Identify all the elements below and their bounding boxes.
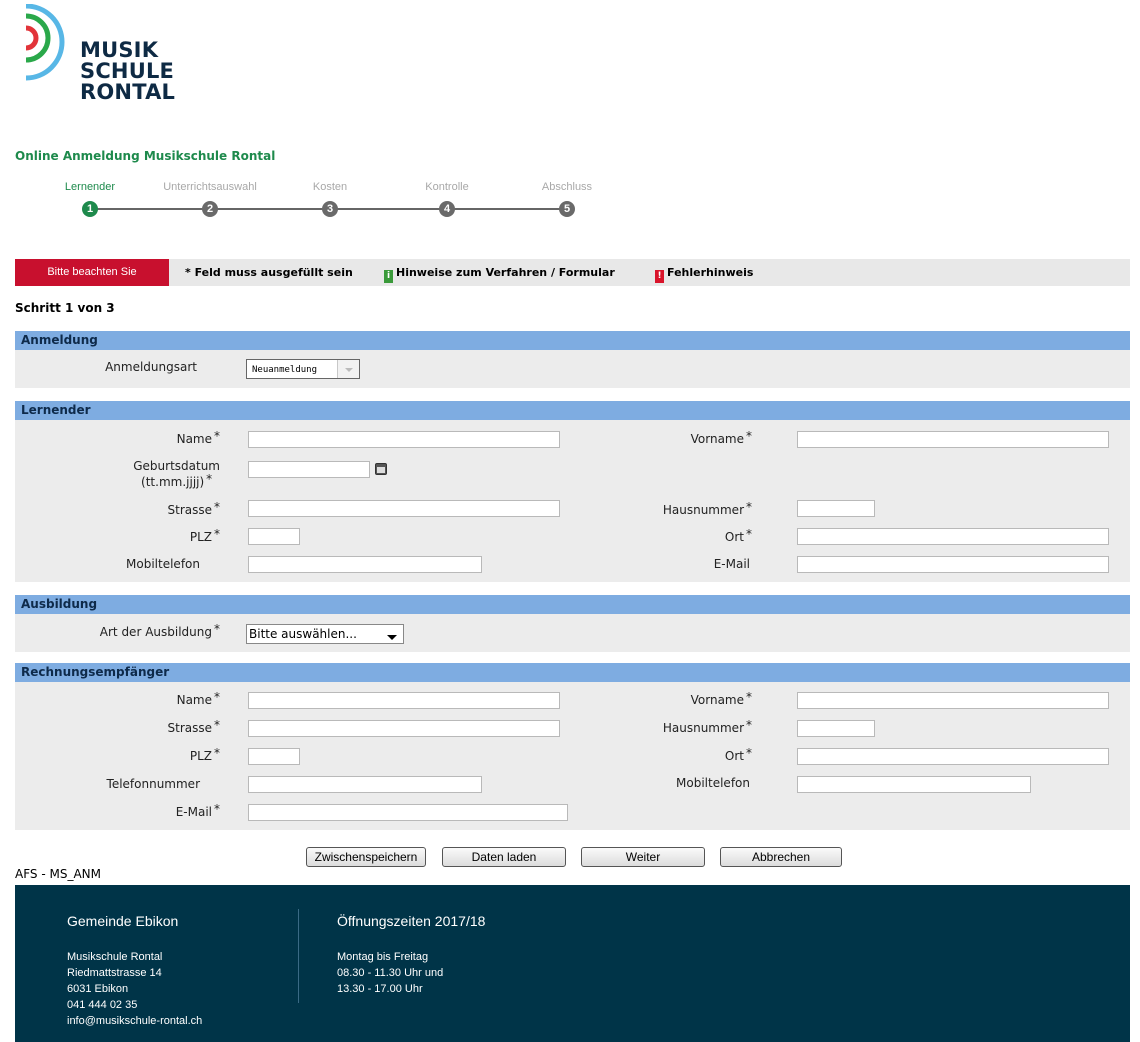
art-der-ausbildung-label: Art der Ausbildung * — [99, 622, 220, 639]
notice-button[interactable]: Bitte beachten Sie — [15, 259, 169, 286]
section-anmeldung-header: Anmeldung — [15, 331, 1130, 350]
rechnung-mobiltelefon-input[interactable] — [797, 776, 1031, 793]
email-label: E-Mail — [713, 557, 750, 571]
chevron-down-icon — [337, 360, 359, 378]
step-5: Abschluss 5 — [541, 181, 593, 217]
footer: Gemeinde Ebikon Musikschule Rontal Riedm… — [15, 885, 1130, 1042]
hausnummer-label: Hausnummer * — [662, 500, 752, 517]
strasse-input[interactable] — [248, 500, 560, 517]
logo-text: MUSIK SCHULE RONTAL — [80, 38, 176, 104]
error-hint: ! Fehlerhinweis — [655, 259, 753, 286]
step-2-dot: 2 — [202, 201, 218, 217]
section-lernender-header: Lernender — [15, 401, 1130, 420]
step-count: Schritt 1 von 3 — [15, 301, 115, 315]
step-3-dot: 3 — [322, 201, 338, 217]
info-hint[interactable]: i Hinweise zum Verfahren / Formular — [384, 259, 615, 286]
rechnung-ort-label: Ort * — [724, 746, 752, 763]
cancel-button[interactable]: Abbrechen — [720, 847, 842, 867]
name-label: Name * — [176, 429, 220, 446]
vorname-label: Vorname * — [690, 429, 752, 446]
rechnung-email-label: E-Mail * — [175, 802, 220, 819]
form-code: AFS - MS_ANM — [15, 867, 101, 881]
footer-left-title: Gemeinde Ebikon — [67, 913, 179, 929]
ort-label: Ort * — [724, 527, 752, 544]
anmeldungsart-select[interactable]: Neuanmeldung — [246, 359, 360, 379]
anmeldungsart-label: Anmeldungsart — [105, 360, 197, 374]
step-4: Kontrolle 4 — [425, 181, 469, 217]
step-5-dot: 5 — [559, 201, 575, 217]
rechnung-name-input[interactable] — [248, 692, 560, 709]
notice-bar: Bitte beachten Sie * Feld muss ausgefüll… — [15, 259, 1130, 286]
section-ausbildung-header: Ausbildung — [15, 595, 1130, 614]
section-anmeldung: Anmeldungsart Neuanmeldung — [15, 350, 1130, 388]
save-draft-button[interactable]: Zwischenspeichern — [306, 847, 426, 867]
email-input[interactable] — [797, 556, 1109, 573]
rechnung-plz-input[interactable] — [248, 748, 300, 765]
step-1-dot: 1 — [82, 201, 98, 217]
footer-hours: Montag bis Freitag 08.30 - 11.30 Uhr und… — [337, 951, 444, 995]
footer-email-link[interactable]: info@musikschule-rontal.ch — [67, 1013, 202, 1029]
logo[interactable]: MUSIK SCHULE RONTAL — [20, 4, 200, 114]
vorname-input[interactable] — [797, 431, 1109, 448]
rechnung-strasse-input[interactable] — [248, 720, 560, 737]
section-rechnung: Name * Vorname * Strasse * Hausnummer * PLZ *… — [15, 682, 1130, 830]
rechnung-hausnummer-input[interactable] — [797, 720, 875, 737]
ort-input[interactable] — [797, 528, 1109, 545]
rechnung-ort-input[interactable] — [797, 748, 1109, 765]
section-ausbildung: Art der Ausbildung * Bitte auswählen... — [15, 614, 1130, 652]
plz-input[interactable] — [248, 528, 300, 545]
rechnung-mobiltelefon-label: Mobiltelefon — [676, 776, 750, 790]
mobiltelefon-label: Mobiltelefon — [126, 557, 200, 571]
calendar-icon[interactable] — [375, 463, 387, 475]
telefonnummer-input[interactable] — [248, 776, 482, 793]
error-icon: ! — [655, 270, 664, 283]
step-1: Lernender 1 — [64, 181, 116, 217]
page-title: Online Anmeldung Musikschule Rontal — [15, 149, 276, 163]
step-3: Kosten 3 — [312, 181, 348, 217]
mobiltelefon-input[interactable] — [248, 556, 482, 573]
info-icon: i — [384, 270, 393, 283]
section-rechnung-header: Rechnungsempfänger — [15, 663, 1130, 682]
progress-stepper: Lernender 1 Unterrichtsauswahl 2 Kosten … — [40, 180, 620, 220]
telefonnummer-label: Telefonnummer — [106, 777, 200, 791]
step-2: Unterrichtsauswahl 2 — [163, 181, 257, 217]
load-data-button[interactable]: Daten laden — [442, 847, 566, 867]
rechnung-hausnummer-label: Hausnummer * — [662, 718, 752, 735]
geburtsdatum-label: Geburtsdatum (tt.mm.jjjj) * — [133, 459, 220, 489]
plz-label: PLZ * — [189, 527, 220, 544]
rechnung-plz-label: PLZ * — [189, 746, 220, 763]
strasse-label: Strasse * — [167, 500, 221, 517]
footer-divider — [298, 909, 299, 1003]
rechnung-vorname-input[interactable] — [797, 692, 1109, 709]
rechnung-strasse-label: Strasse * — [167, 718, 221, 735]
geburtsdatum-input[interactable] — [248, 461, 370, 478]
rechnung-name-label: Name * — [176, 690, 220, 707]
art-der-ausbildung-select[interactable]: Bitte auswählen... — [246, 624, 404, 644]
chevron-down-icon — [387, 635, 397, 640]
rechnung-vorname-label: Vorname * — [690, 690, 752, 707]
footer-right-title: Öffnungszeiten 2017/18 — [337, 913, 486, 929]
footer-address: Musikschule Rontal Riedmattstrasse 14 60… — [67, 951, 203, 1029]
next-button[interactable]: Weiter — [581, 847, 705, 867]
rechnung-email-input[interactable] — [248, 804, 568, 821]
step-4-dot: 4 — [439, 201, 455, 217]
required-hint: * Feld muss ausgefüllt sein — [185, 266, 353, 279]
section-lernender: Name * Vorname * Geburtsdatum (tt.mm.jjjj) *… — [15, 420, 1130, 582]
logo-waves-icon — [25, 4, 65, 81]
name-input[interactable] — [248, 431, 560, 448]
hausnummer-input[interactable] — [797, 500, 875, 517]
